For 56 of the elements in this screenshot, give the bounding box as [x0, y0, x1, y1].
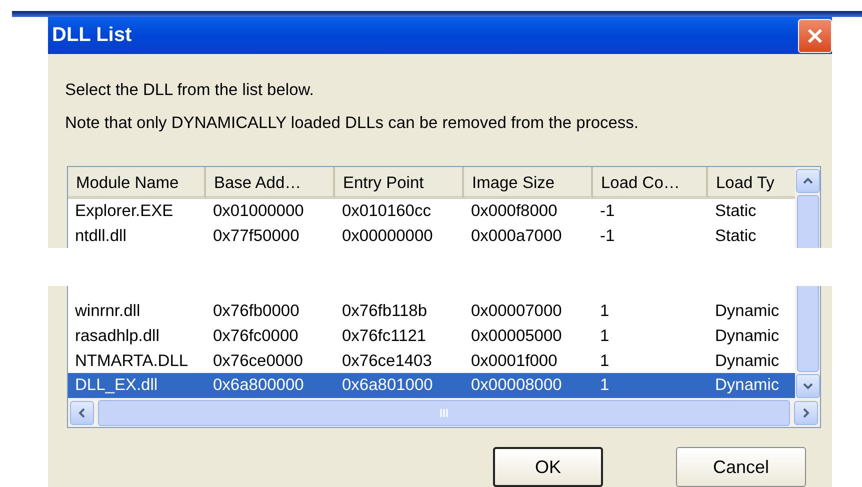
- list-row[interactable]: DLL_EX.dll 0x6a800000 0x6a801000 0x00008000 1 Dynamic: [68, 373, 795, 398]
- table-cell-text: 0x6a801000: [341, 376, 434, 396]
- instruction-text: Select the DLL from the list below.: [65, 80, 315, 101]
- list-row[interactable]: ntdll.dll 0x77f50000 0x00000000 0x000a7000 -1 Static: [68, 224, 795, 249]
- table-cell-text: 0x0001f000: [470, 352, 558, 371]
- table-cell-text: Dynamic: [714, 376, 780, 396]
- cancel-button[interactable]: Cancel: [676, 447, 806, 487]
- table-cell-text: 1: [599, 327, 610, 346]
- list-row[interactable]: winrnr.dll 0x76fb0000 0x76fb118b 0x00007000 1 Dynamic: [68, 300, 795, 324]
- window-title: DLL List: [52, 24, 132, 47]
- list-row[interactable]: rasadhlp.dll 0x76fc0000 0x76fc1121 0x00005000 1 Dynamic: [68, 324, 795, 349]
- table-cell-text: -1: [599, 202, 616, 222]
- table-cell-text: Dynamic: [714, 302, 780, 322]
- table-cell-text: 0x01000000: [212, 202, 305, 222]
- table-cell-text: Dynamic: [714, 352, 780, 371]
- table-cell-text: 0x76fb118b: [341, 302, 428, 322]
- table-cell-text: 0x010160cc: [341, 202, 432, 222]
- table-cell-text: 0x6a800000: [212, 376, 305, 396]
- table-cell-text: 0x000a7000: [470, 226, 563, 246]
- table-cell-text: 0x76ce0000: [212, 352, 304, 371]
- table-cell-text: 1: [599, 376, 610, 396]
- table-cell-text: Dynamic: [714, 327, 780, 346]
- table-cell-text: 0x00000000: [341, 226, 434, 246]
- table-cell-text: 0x76fc0000: [212, 327, 300, 346]
- table-cell-text: 0x77f50000: [212, 226, 300, 246]
- column-header[interactable]: Image Size: [464, 167, 593, 200]
- column-header[interactable]: Load Co…: [593, 167, 708, 200]
- list-row[interactable]: Explorer.EXE 0x01000000 0x010160cc 0x000f8000 -1 Static: [68, 199, 795, 224]
- ok-button[interactable]: OK: [493, 447, 603, 487]
- table-cell-text: 1: [599, 352, 610, 371]
- column-header[interactable]: Base Add…: [206, 167, 335, 200]
- table-cell-text: -1: [599, 226, 616, 246]
- column-header[interactable]: Module Name: [68, 167, 206, 200]
- table-cell-text: 0x000f8000: [470, 202, 558, 222]
- table-cell-text: 0x76fc1121: [341, 327, 428, 346]
- table-cell-text: NTMARTA.DLL: [74, 352, 190, 371]
- table-cell-text: winrnr.dll: [74, 302, 142, 322]
- grip-icon: [439, 408, 449, 418]
- list-row[interactable]: NTMARTA.DLL 0x76ce0000 0x76ce1403 0x0001f000 1 Dynamic: [68, 348, 795, 374]
- column-header[interactable]: Entry Point: [335, 167, 464, 200]
- instruction-text: Note that only DYNAMICALLY loaded DLLs can be removed from the process.: [65, 113, 640, 134]
- table-cell-text: Static: [714, 226, 758, 246]
- table-cell-text: DLL_EX.dll: [74, 376, 159, 396]
- column-header[interactable]: Load Ty: [708, 167, 795, 200]
- table-cell-text: 0x76fb0000: [212, 302, 300, 322]
- table-cell-text: ntdll.dll: [74, 226, 128, 246]
- table-cell-text: rasadhlp.dll: [74, 327, 160, 346]
- table-cell-text: 1: [599, 302, 610, 322]
- table-cell-text: Static: [714, 202, 758, 222]
- table-cell-text: 0x00007000: [470, 302, 563, 322]
- table-cell-text: 0x76ce1403: [341, 352, 433, 371]
- close-button[interactable]: [798, 18, 832, 52]
- table-cell-text: Explorer.EXE: [74, 202, 174, 222]
- close-icon: [806, 26, 824, 44]
- table-cell-text: 0x00005000: [470, 327, 563, 346]
- table-cell-text: 0x00008000: [470, 376, 563, 396]
